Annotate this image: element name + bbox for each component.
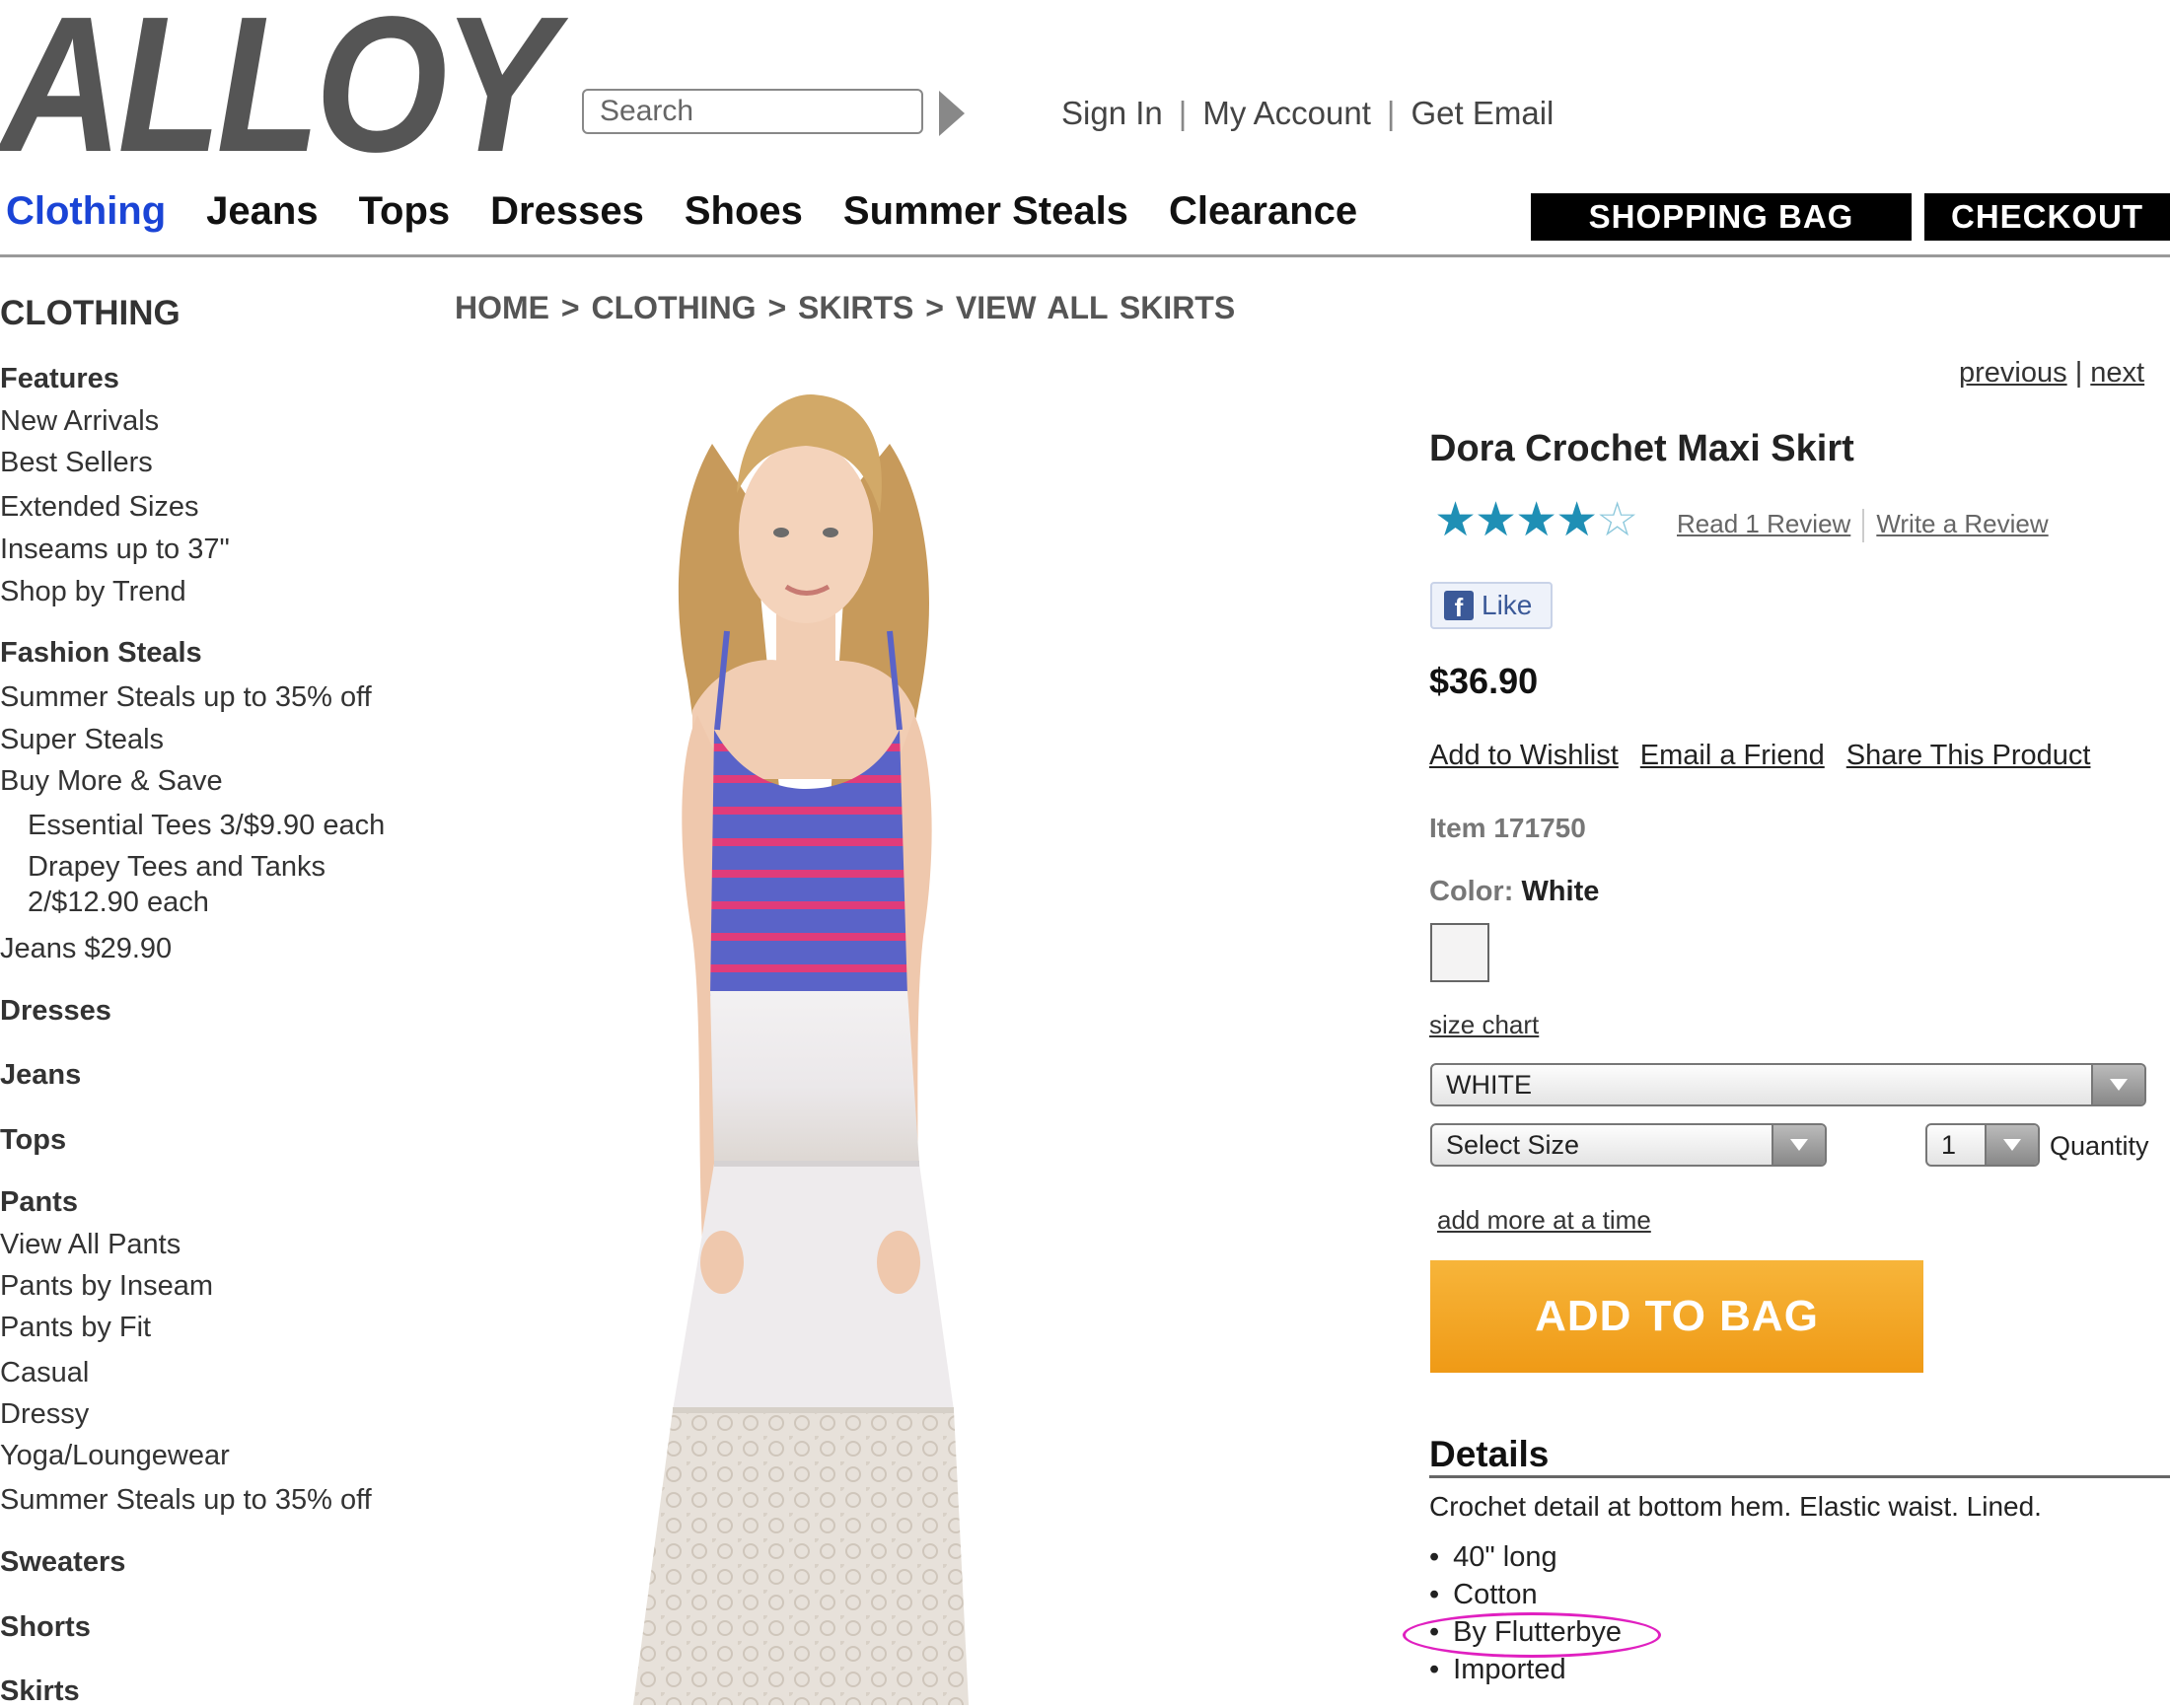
product-actions: Add to Wishlist Email a Friend Share This … bbox=[1429, 740, 2112, 772]
sidebar-item[interactable]: Drapey Tees and Tanks bbox=[28, 851, 326, 884]
chevron-down-icon bbox=[1772, 1125, 1825, 1165]
sidebar-item[interactable]: View All Pants bbox=[0, 1229, 181, 1261]
size-select[interactable]: Select Size bbox=[1430, 1123, 1827, 1167]
nav-dresses[interactable]: Dresses bbox=[490, 189, 644, 234]
read-reviews-link[interactable]: Read 1 Review bbox=[1677, 509, 1850, 538]
add-to-bag-button[interactable]: ADD TO BAG bbox=[1430, 1260, 1923, 1373]
quantity-select[interactable]: 1 bbox=[1925, 1123, 2040, 1167]
nav-clearance[interactable]: Clearance bbox=[1169, 189, 1357, 234]
sidebar-heading[interactable]: Sweaters bbox=[0, 1546, 125, 1579]
like-label: Like bbox=[1482, 590, 1533, 620]
sidebar-item[interactable]: Summer Steals up to 35% off bbox=[0, 1484, 372, 1517]
facebook-icon: f bbox=[1444, 591, 1474, 620]
quantity-label: Quantity bbox=[2050, 1131, 2149, 1161]
facebook-like-button[interactable]: f Like bbox=[1430, 582, 1553, 629]
search-submit-arrow-icon[interactable] bbox=[939, 91, 965, 136]
separator: | bbox=[1178, 95, 1188, 131]
sidebar-item[interactable]: Essential Tees 3/$9.90 each bbox=[28, 810, 385, 842]
details-divider bbox=[1429, 1475, 2170, 1478]
share-product-link[interactable]: Share This Product bbox=[1846, 740, 2091, 771]
details-text: Crochet detail at bottom hem. Elastic wa… bbox=[1429, 1491, 2042, 1522]
get-email-link[interactable]: Get Email bbox=[1410, 95, 1554, 131]
color-swatch-white[interactable] bbox=[1430, 923, 1489, 982]
item-number: Item 171750 bbox=[1429, 813, 1586, 843]
sign-in-link[interactable]: Sign In bbox=[1061, 95, 1163, 131]
sidebar-heading[interactable]: Fashion Steals bbox=[0, 637, 202, 670]
separator: | bbox=[1386, 95, 1396, 131]
write-review-link[interactable]: Write a Review bbox=[1876, 509, 2048, 538]
divider bbox=[1862, 509, 1865, 543]
shopping-bag-button[interactable]: SHOPPING BAG bbox=[1531, 193, 1912, 241]
search-input[interactable] bbox=[582, 89, 923, 134]
main-nav: Clothing Jeans Tops Dresses Shoes Summer… bbox=[6, 189, 1398, 234]
sidebar-item[interactable]: Jeans $29.90 bbox=[0, 933, 172, 965]
sidebar-item[interactable]: Shop by Trend bbox=[0, 576, 186, 608]
add-more-link[interactable]: add more at a time bbox=[1437, 1205, 1651, 1236]
details-heading: Details bbox=[1429, 1434, 1550, 1474]
sidebar-title: CLOTHING bbox=[0, 294, 181, 332]
sidebar-item[interactable]: Best Sellers bbox=[0, 447, 153, 479]
star-filled-icon: ★ bbox=[1555, 494, 1599, 546]
color-select[interactable]: WHITE bbox=[1430, 1063, 2146, 1106]
account-links: Sign In | My Account | Get Email bbox=[1061, 95, 1554, 132]
color-label: Color: White bbox=[1429, 876, 1599, 908]
sidebar-item[interactable]: New Arrivals bbox=[0, 405, 159, 438]
star-filled-icon: ★ bbox=[1434, 494, 1478, 546]
product-price: $36.90 bbox=[1429, 661, 1539, 701]
sidebar-item[interactable]: Inseams up to 37" bbox=[0, 534, 230, 566]
sidebar-heading[interactable]: Pants bbox=[0, 1186, 78, 1219]
next-link[interactable]: next bbox=[2090, 357, 2144, 389]
chevron-down-icon bbox=[2091, 1065, 2144, 1104]
product-title: Dora Crochet Maxi Skirt bbox=[1429, 428, 1854, 469]
separator: | bbox=[2074, 357, 2083, 389]
star-rating: ★ ★ ★ ★ ☆ bbox=[1434, 494, 1639, 546]
highlight-circle bbox=[1403, 1612, 1661, 1658]
checkout-button[interactable]: CHECKOUT bbox=[1924, 193, 2170, 241]
color-label-text: Color: bbox=[1429, 876, 1514, 907]
sidebar-item[interactable]: Extended Sizes bbox=[0, 491, 199, 524]
add-to-wishlist-link[interactable]: Add to Wishlist bbox=[1429, 740, 1619, 771]
sidebar-item[interactable]: Pants by Inseam bbox=[0, 1270, 213, 1303]
star-empty-icon: ☆ bbox=[1596, 494, 1639, 546]
sidebar-item[interactable]: Super Steals bbox=[0, 724, 164, 756]
sidebar-item[interactable]: 2/$12.90 each bbox=[28, 887, 209, 919]
color-select-value: WHITE bbox=[1446, 1069, 1532, 1100]
sidebar-heading[interactable]: Shorts bbox=[0, 1611, 91, 1644]
sidebar-heading[interactable]: Dresses bbox=[0, 995, 111, 1028]
previous-link[interactable]: previous bbox=[1959, 357, 2067, 389]
product-pager: previous | next bbox=[1959, 357, 2144, 390]
sidebar-heading[interactable]: Features bbox=[0, 363, 119, 395]
size-chart-link[interactable]: size chart bbox=[1429, 1010, 1539, 1040]
sidebar-item[interactable]: Pants by Fit bbox=[0, 1312, 151, 1344]
my-account-link[interactable]: My Account bbox=[1202, 95, 1371, 131]
sidebar-heading[interactable]: Tops bbox=[0, 1124, 66, 1157]
nav-summer-steals[interactable]: Summer Steals bbox=[843, 189, 1128, 234]
nav-shoes[interactable]: Shoes bbox=[685, 189, 803, 234]
nav-tops[interactable]: Tops bbox=[359, 189, 451, 234]
star-filled-icon: ★ bbox=[1515, 494, 1558, 546]
product-photo[interactable] bbox=[456, 385, 1393, 1705]
sidebar-item[interactable]: Casual bbox=[0, 1357, 89, 1389]
sidebar-item[interactable]: Summer Steals up to 35% off bbox=[0, 681, 372, 714]
list-item: Cotton bbox=[1429, 1576, 1622, 1613]
sidebar-heading[interactable]: Jeans bbox=[0, 1059, 81, 1092]
review-links: Read 1 Review Write a Review bbox=[1677, 509, 2049, 543]
alloy-logo[interactable]: ALLOY bbox=[0, 0, 555, 181]
nav-clothing[interactable]: Clothing bbox=[6, 189, 166, 234]
email-friend-link[interactable]: Email a Friend bbox=[1640, 740, 1825, 771]
sidebar-item[interactable]: Yoga/Loungewear bbox=[0, 1440, 230, 1472]
sidebar-heading[interactable]: Skirts bbox=[0, 1675, 80, 1708]
star-filled-icon: ★ bbox=[1475, 494, 1518, 546]
sidebar-item[interactable]: Buy More & Save bbox=[0, 765, 223, 798]
chevron-down-icon bbox=[1985, 1125, 2038, 1165]
search-box bbox=[582, 89, 923, 134]
list-item: 40" long bbox=[1429, 1538, 1622, 1576]
nav-divider bbox=[0, 254, 2170, 257]
color-value: White bbox=[1521, 876, 1600, 907]
sidebar-item[interactable]: Dressy bbox=[0, 1398, 89, 1431]
nav-jeans[interactable]: Jeans bbox=[206, 189, 318, 234]
quantity-value: 1 bbox=[1941, 1129, 1957, 1160]
breadcrumb[interactable]: HOME > CLOTHING > SKIRTS > VIEW ALL SKIR… bbox=[455, 290, 1235, 326]
size-select-value: Select Size bbox=[1446, 1129, 1580, 1160]
